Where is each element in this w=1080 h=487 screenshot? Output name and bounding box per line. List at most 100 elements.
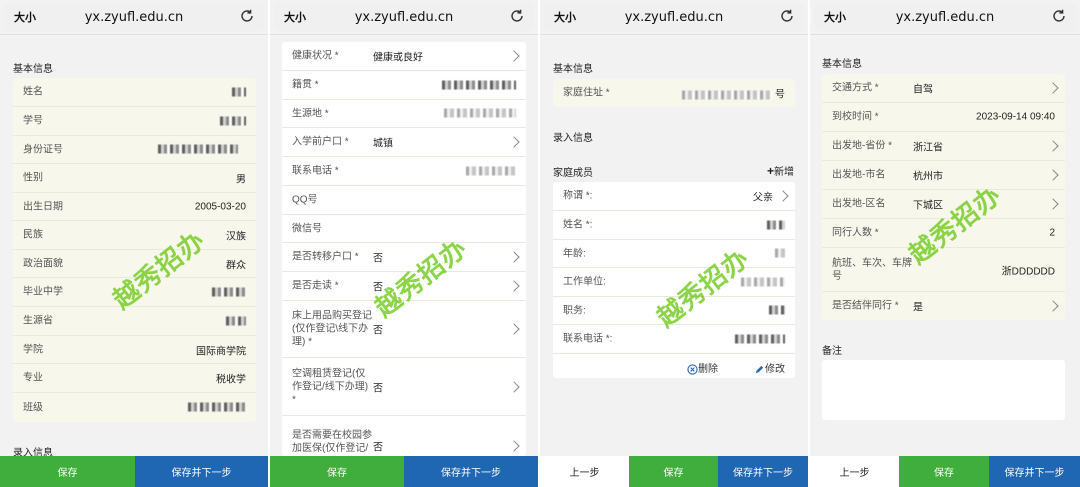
browser-address-bar[interactable]: 大小 yx.zyufl.edu.cn xyxy=(4,3,264,31)
browser-address-bar[interactable]: 大小 yx.zyufl.edu.cn xyxy=(814,3,1076,31)
field-row[interactable]: 出发地-省份 * 浙江省 xyxy=(822,132,1065,161)
save-button[interactable]: 保存 xyxy=(0,456,135,487)
field-label: 是否走读 * xyxy=(292,280,339,292)
field-row: 学院 国际商学院 xyxy=(13,336,256,364)
field-label: 是否需要在校园参 加医保(仅作登记/ xyxy=(292,430,372,454)
redacted-value xyxy=(232,87,246,98)
field-value: 是 xyxy=(913,302,923,314)
url-text[interactable]: yx.zyufl.edu.cn xyxy=(4,10,264,25)
field-value: 2005-03-20 xyxy=(194,201,246,212)
field-row[interactable]: 是否结伴同行 * 是 xyxy=(822,292,1065,320)
field-row[interactable]: 是否需要在校园参 加医保(仅作登记/否 xyxy=(282,416,526,458)
add-member-button[interactable]: +新增 xyxy=(767,163,794,178)
field-row: 班级 xyxy=(13,393,256,422)
browser-address-bar[interactable]: 大小 yx.zyufl.edu.cn xyxy=(274,3,534,31)
edit-label: 修改 xyxy=(765,364,785,375)
url-text[interactable]: yx.zyufl.edu.cn xyxy=(274,10,534,25)
field-row[interactable]: 微信号 xyxy=(282,215,526,243)
field-value: 税收学 xyxy=(216,374,246,386)
field-label: 性别 xyxy=(23,172,43,184)
pencil-icon xyxy=(755,365,764,374)
field-value: 浙DDDDDD xyxy=(1001,266,1055,277)
url-text[interactable]: yx.zyufl.edu.cn xyxy=(814,10,1076,25)
save-button[interactable]: 保存 xyxy=(270,456,404,487)
field-value: 男 xyxy=(236,174,246,186)
field-row: 出生日期 2005-03-20 xyxy=(13,193,256,221)
field-value: 下城区 xyxy=(913,200,943,212)
field-value: 城镇 xyxy=(373,138,393,150)
field-label: 毕业中学 xyxy=(23,286,63,298)
field-label: 生源地 * xyxy=(292,108,329,119)
field-label: 出发地-区名 xyxy=(832,198,886,210)
field-label: 微信号 xyxy=(292,223,322,234)
chevron-right-icon xyxy=(508,440,520,452)
field-label: 学号 xyxy=(23,115,43,127)
redacted-value xyxy=(442,80,516,91)
redacted-value xyxy=(775,248,785,259)
field-row[interactable]: 家庭住址 * 号 xyxy=(553,79,795,107)
section-title: 基本信息 xyxy=(553,64,593,75)
redacted-value xyxy=(158,144,238,155)
screen-arrival-info: 大小 yx.zyufl.edu.cn 基本信息 交通方式 * 自驾 到校时间 * 2… xyxy=(810,0,1080,487)
field-row: 专业 税收学 xyxy=(13,364,256,393)
save-button[interactable]: 保存 xyxy=(629,456,718,487)
address-suffix: 号 xyxy=(775,89,785,101)
save-next-button[interactable]: 保存并下一步 xyxy=(404,456,538,487)
field-label: 生源省 xyxy=(23,315,53,327)
family-member-card: 称谓 *: 父亲 姓名 *: 年龄: 工作单位: 职务: 联系电话 *: 删除 修… xyxy=(553,182,795,378)
save-next-button[interactable]: 保存并下一步 xyxy=(135,456,268,487)
field-row[interactable]: QQ号 xyxy=(282,186,526,215)
browser-address-bar[interactable]: 大小 yx.zyufl.edu.cn xyxy=(544,3,804,31)
field-label: 姓名 *: xyxy=(563,219,593,231)
field-row[interactable]: 联系电话 * xyxy=(282,157,526,186)
reload-icon[interactable] xyxy=(238,7,256,25)
field-label: 职务: xyxy=(563,305,586,316)
field-value: 父亲 xyxy=(753,192,773,204)
url-text[interactable]: yx.zyufl.edu.cn xyxy=(544,10,804,25)
prev-step-button[interactable]: 上一步 xyxy=(540,456,629,487)
field-label: 空调租赁登记(仅 作登记/线下办理) * xyxy=(292,368,369,405)
field-row[interactable]: 年龄: xyxy=(553,240,795,268)
field-row[interactable]: 出发地-市名 杭州市 xyxy=(822,161,1065,190)
field-label: 年龄: xyxy=(563,248,586,259)
redacted-value xyxy=(767,220,785,231)
reload-icon[interactable] xyxy=(1050,7,1068,25)
field-row[interactable]: 生源地 * xyxy=(282,100,526,128)
edit-button[interactable]: 修改 xyxy=(754,360,785,375)
section-title: 备注 xyxy=(822,346,842,357)
save-button[interactable]: 保存 xyxy=(899,456,989,487)
notes-textarea[interactable] xyxy=(822,360,1065,420)
field-value: 群众 xyxy=(226,260,246,271)
field-row[interactable]: 到校时间 * 2023-09-14 09:40 xyxy=(822,103,1065,132)
chevron-right-icon xyxy=(508,136,520,148)
field-row[interactable]: 称谓 *: 父亲 xyxy=(553,182,795,211)
field-value: 否 xyxy=(373,253,383,265)
chevron-right-icon xyxy=(777,190,789,202)
field-row[interactable]: 姓名 *: xyxy=(553,211,795,240)
field-row[interactable]: 空调租赁登记(仅 作登记/线下办理) * 否 xyxy=(282,358,526,416)
screen-entry-info: 大小 yx.zyufl.edu.cn 健康状况 * 健康或良好 籍贯 * 生源地 … xyxy=(270,0,538,487)
reload-icon[interactable] xyxy=(778,7,796,25)
delete-icon xyxy=(687,364,698,375)
redacted-value xyxy=(769,305,785,316)
field-row[interactable]: 入学前户口 * 城镇 xyxy=(282,128,526,157)
chevron-right-icon xyxy=(508,251,520,263)
prev-step-button[interactable]: 上一步 xyxy=(810,456,899,487)
delete-button[interactable]: 删除 xyxy=(687,360,718,375)
field-value: 否 xyxy=(373,442,383,454)
field-row[interactable]: 籍贯 * xyxy=(282,71,526,100)
field-label: 专业 xyxy=(23,372,43,384)
field-label: 航班、车次、车牌 号 xyxy=(832,257,912,282)
screen-family-members: 大小 yx.zyufl.edu.cn 基本信息 家庭住址 * 号 录入信息 家庭… xyxy=(540,0,808,487)
save-next-button[interactable]: 保存并下一步 xyxy=(989,456,1080,487)
field-row[interactable]: 交通方式 * 自驾 xyxy=(822,74,1065,103)
section-title: 基本信息 xyxy=(822,59,862,70)
save-next-button[interactable]: 保存并下一步 xyxy=(718,456,808,487)
field-row: 性别 男 xyxy=(13,164,256,193)
field-row[interactable]: 健康状况 * 健康或良好 xyxy=(282,42,526,71)
chevron-right-icon xyxy=(508,280,520,292)
redacted-value xyxy=(226,316,246,327)
reload-icon[interactable] xyxy=(508,7,526,25)
chevron-right-icon xyxy=(1047,140,1059,152)
delete-label: 删除 xyxy=(698,364,718,375)
